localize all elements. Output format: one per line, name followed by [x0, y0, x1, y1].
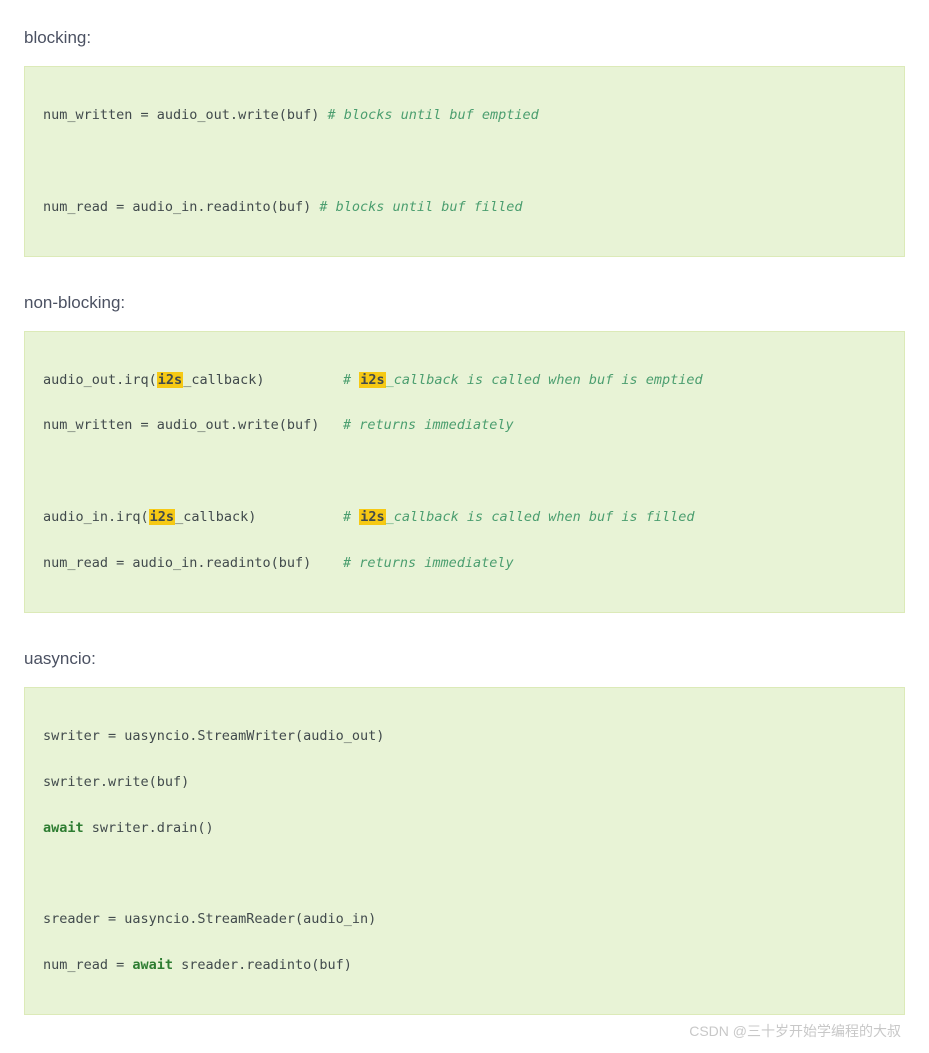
- blank-line: [43, 460, 886, 483]
- code-line: num_read = audio_in.readinto(buf)# retur…: [43, 552, 886, 575]
- code-text: num_read = audio_in.readinto(buf): [43, 199, 319, 215]
- code-comment: # blocks until buf emptied: [327, 107, 538, 123]
- codeblock-uasyncio: swriter = uasyncio.StreamWriter(audio_ou…: [24, 687, 905, 1015]
- highlight-i2s: i2s: [157, 372, 183, 388]
- code-line: audio_out.irq(i2s_callback)# i2s_callbac…: [43, 369, 886, 392]
- code-text: sreader.readinto(buf): [173, 957, 352, 973]
- highlight-i2s: i2s: [149, 509, 175, 525]
- code-text: num_read =: [43, 957, 132, 973]
- keyword-await: await: [43, 820, 84, 836]
- code-text: num_written = audio_out.write(buf): [43, 107, 327, 123]
- code-text: num_written = audio_out.write(buf): [43, 414, 343, 437]
- blank-line: [43, 150, 886, 173]
- code-comment: # blocks until buf filled: [319, 199, 522, 215]
- code-text: swriter.drain(): [84, 820, 214, 836]
- heading-uasyncio: uasyncio:: [24, 649, 905, 669]
- code-line: num_written = audio_out.write(buf) # blo…: [43, 104, 886, 127]
- blank-line: [43, 862, 886, 885]
- heading-nonblocking: non-blocking:: [24, 293, 905, 313]
- code-text: num_read = audio_in.readinto(buf): [43, 552, 343, 575]
- code-line: num_read = await sreader.readinto(buf): [43, 954, 886, 977]
- code-line: sreader = uasyncio.StreamReader(audio_in…: [43, 908, 886, 931]
- code-comment: # returns immediately: [343, 414, 886, 437]
- code-comment: # returns immediately: [343, 552, 886, 575]
- heading-blocking: blocking:: [24, 28, 905, 48]
- code-line: audio_in.irq(i2s_callback)# i2s_callback…: [43, 506, 886, 529]
- highlight-i2s: i2s: [359, 509, 385, 525]
- code-text: audio_in.irq(i2s_callback): [43, 506, 343, 529]
- code-line: swriter.write(buf): [43, 771, 886, 794]
- codeblock-blocking: num_written = audio_out.write(buf) # blo…: [24, 66, 905, 257]
- code-text: audio_out.irq(i2s_callback): [43, 369, 343, 392]
- keyword-await: await: [132, 957, 173, 973]
- watermark: CSDN @三十岁开始学编程的大叔: [24, 1021, 905, 1041]
- codeblock-nonblocking: audio_out.irq(i2s_callback)# i2s_callbac…: [24, 331, 905, 613]
- code-line: await swriter.drain(): [43, 817, 886, 840]
- code-comment: # i2s_callback is called when buf is fil…: [343, 506, 886, 529]
- code-comment: # i2s_callback is called when buf is emp…: [343, 369, 886, 392]
- code-line: num_written = audio_out.write(buf)# retu…: [43, 414, 886, 437]
- code-line: num_read = audio_in.readinto(buf) # bloc…: [43, 196, 886, 219]
- highlight-i2s: i2s: [359, 372, 385, 388]
- code-line: swriter = uasyncio.StreamWriter(audio_ou…: [43, 725, 886, 748]
